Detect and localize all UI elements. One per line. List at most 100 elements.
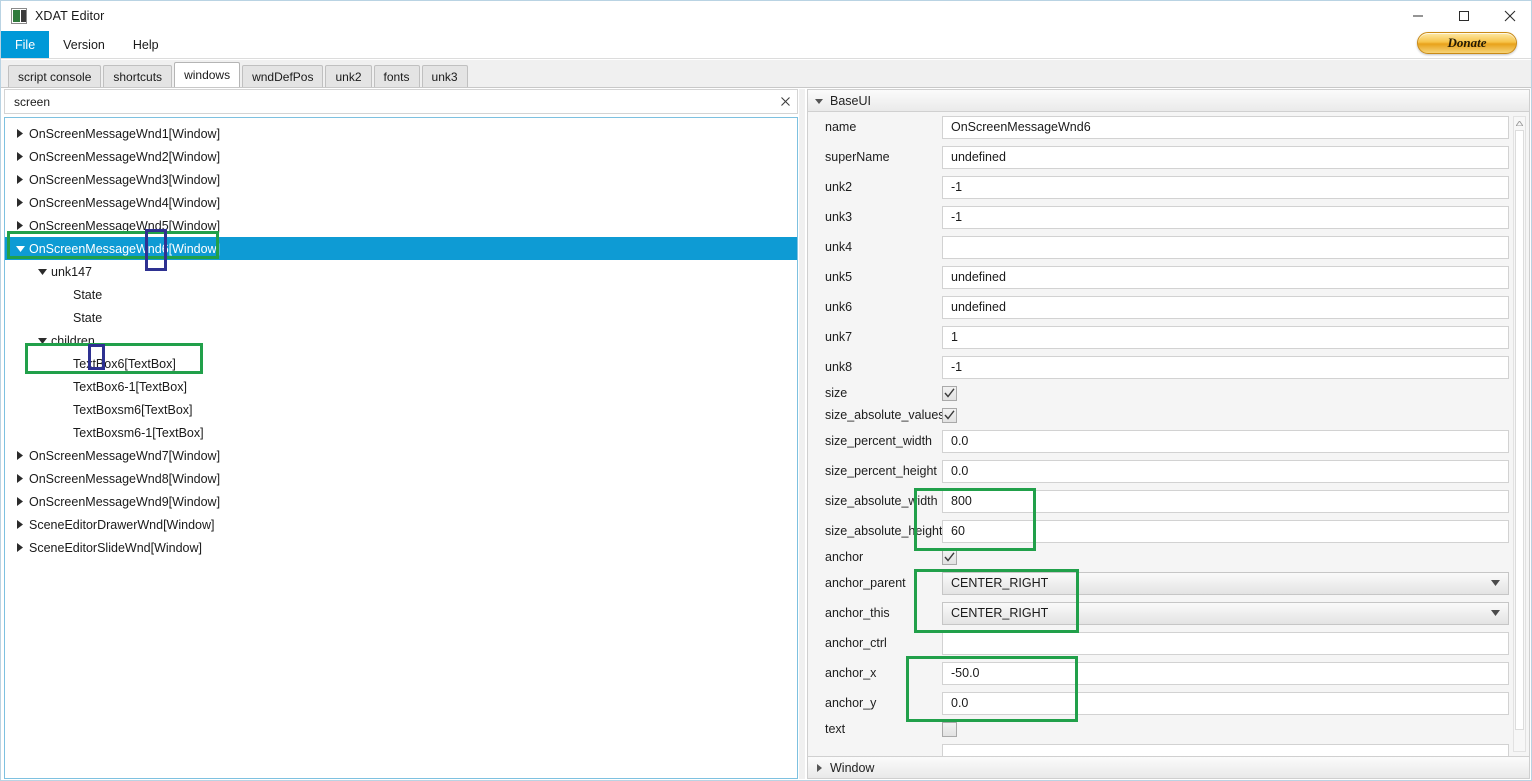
tree-node[interactable]: TextBoxsm6[TextBox] [5,398,797,421]
property-text-field[interactable] [942,743,1509,757]
property-text-field[interactable]: 0.0 [942,691,1509,715]
chevron-down-icon[interactable] [13,237,27,260]
property-label: text [825,722,846,736]
tree-node[interactable]: OnScreenMessageWnd3[Window] [5,168,797,191]
group-header-window[interactable]: Window [808,756,1529,778]
property-text-value: -50.0 [951,666,980,680]
property-text-value: undefined [951,300,1006,314]
chevron-right-icon[interactable] [13,444,27,467]
property-text-field[interactable]: 60 [942,519,1509,543]
tab-wnddefpos[interactable]: wndDefPos [242,65,324,87]
property-dropdown[interactable]: CENTER_RIGHT [942,601,1509,625]
tree-node[interactable]: SceneEditorSlideWnd[Window] [5,536,797,559]
tab-shortcuts[interactable]: shortcuts [103,65,173,87]
tree-node[interactable]: children [5,329,797,352]
property-label: superName [825,150,890,164]
property-text-field[interactable]: undefined [942,265,1509,289]
tree-node[interactable]: TextBox6[TextBox] [5,352,797,375]
property-text-value: undefined [951,150,1006,164]
property-text-value: 0.0 [951,696,969,710]
property-row: unk5 undefined [808,262,1529,292]
property-row: anchor_this CENTER_RIGHT [808,598,1529,628]
property-text-field[interactable]: -1 [942,355,1509,379]
tree-node[interactable]: OnScreenMessageWnd5[Window] [5,214,797,237]
filter-clear-icon[interactable] [773,90,797,113]
chevron-right-icon[interactable] [13,214,27,237]
chevron-right-icon[interactable] [13,122,27,145]
tab-windows[interactable]: windows [174,62,241,87]
maximize-button[interactable] [1441,1,1487,31]
group-header-baseui[interactable]: BaseUI [808,90,1529,112]
scrollbar-thumb[interactable] [1515,130,1524,730]
property-text-field[interactable]: OnScreenMessageWnd6 [942,115,1509,139]
property-text-field[interactable] [942,235,1509,259]
property-text-value: 800 [951,494,972,508]
tree-node[interactable]: OnScreenMessageWnd4[Window] [5,191,797,214]
tab-unk3[interactable]: unk3 [421,65,468,87]
property-checkbox[interactable] [942,549,957,565]
menu-item-version[interactable]: Version [49,31,119,58]
property-text-field[interactable] [942,631,1509,655]
property-dropdown-value: CENTER_RIGHT [951,606,1049,620]
property-text-field[interactable]: 800 [942,489,1509,513]
tree-node-label: TextBoxsm6[TextBox] [73,402,193,417]
property-text-field[interactable]: -1 [942,205,1509,229]
filter-input[interactable] [5,90,773,113]
tree-node-spacer [57,421,71,444]
minimize-button[interactable] [1395,1,1441,31]
property-text-field[interactable]: undefined [942,295,1509,319]
tree-node[interactable]: OnScreenMessageWnd1[Window] [5,122,797,145]
tree-node-spacer [57,306,71,329]
chevron-right-icon[interactable] [13,467,27,490]
tree-node[interactable]: OnScreenMessageWnd2[Window] [5,145,797,168]
chevron-right-icon[interactable] [13,145,27,168]
property-checkbox[interactable] [942,407,957,423]
property-text-field[interactable]: 0.0 [942,429,1509,453]
tree-node[interactable]: OnScreenMessageWnd7[Window] [5,444,797,467]
donate-button[interactable]: Donate [1417,32,1517,54]
properties-scrollbar[interactable] [1513,116,1526,752]
property-label: anchor_this [825,606,890,620]
tree-node[interactable]: SceneEditorDrawerWnd[Window] [5,513,797,536]
chevron-down-icon[interactable] [35,329,49,352]
chevron-right-icon[interactable] [13,490,27,513]
tree-node-label: SceneEditorSlideWnd[Window] [29,540,202,555]
tree-node[interactable]: OnScreenMessageWnd8[Window] [5,467,797,490]
tree-node[interactable]: State [5,283,797,306]
property-text-field[interactable]: -50.0 [942,661,1509,685]
tab-label: shortcuts [113,69,163,84]
menu-item-help[interactable]: Help [119,31,173,58]
tree-panel: OnScreenMessageWnd1[Window] OnScreenMessa… [4,89,798,779]
menu-item-file[interactable]: File [1,31,50,58]
window-tree[interactable]: OnScreenMessageWnd1[Window] OnScreenMessa… [4,117,798,779]
window-controls [1395,1,1531,31]
tab-script-console[interactable]: script console [8,65,102,87]
property-text-value: 0.0 [951,434,969,448]
property-row: text [808,718,1529,740]
property-checkbox[interactable] [942,721,957,737]
property-dropdown[interactable]: CENTER_RIGHT [942,571,1509,595]
tree-node[interactable]: unk147 [5,260,797,283]
tree-node[interactable]: TextBoxsm6-1[TextBox] [5,421,797,444]
tab-unk2[interactable]: unk2 [325,65,372,87]
tree-node[interactable]: OnScreenMessageWnd9[Window] [5,490,797,513]
property-text-field[interactable]: 0.0 [942,459,1509,483]
close-button[interactable] [1487,1,1531,31]
property-text-field[interactable]: undefined [942,145,1509,169]
property-label: size_absolute_values [825,408,945,422]
panel-splitter[interactable] [799,89,805,779]
tab-label: fonts [383,69,410,84]
tree-node[interactable]: State [5,306,797,329]
property-text-field[interactable]: -1 [942,175,1509,199]
chevron-down-icon[interactable] [35,260,49,283]
scroll-up-icon[interactable] [1514,117,1525,129]
chevron-right-icon[interactable] [13,191,27,214]
tree-node[interactable]: TextBox6-1[TextBox] [5,375,797,398]
chevron-right-icon[interactable] [13,168,27,191]
chevron-right-icon[interactable] [13,536,27,559]
property-checkbox[interactable] [942,385,957,401]
tab-fonts[interactable]: fonts [373,65,420,87]
tree-node-selected[interactable]: OnScreenMessageWnd6[Window] [5,237,797,260]
chevron-right-icon[interactable] [13,513,27,536]
property-text-field[interactable]: 1 [942,325,1509,349]
